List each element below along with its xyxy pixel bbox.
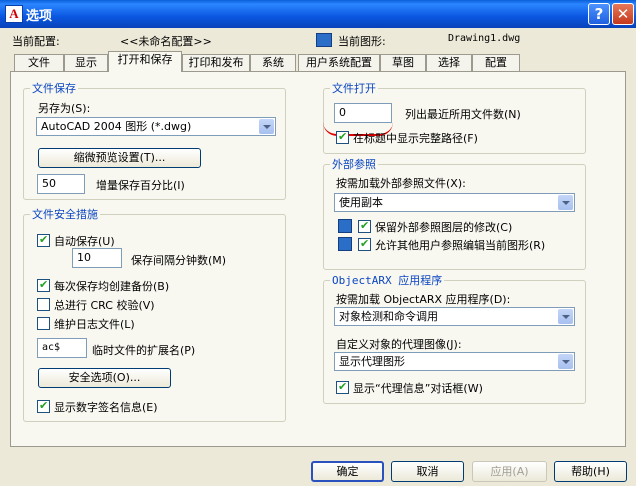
- log-file-label: 维护日志文件(L): [54, 318, 135, 331]
- full-path-checkbox[interactable]: [336, 130, 349, 144]
- crc-label: 总进行 CRC 校验(V): [54, 299, 155, 312]
- backup-checkbox[interactable]: [37, 278, 50, 292]
- help-button[interactable]: 帮助(H): [554, 461, 627, 482]
- save-as-value: AutoCAD 2004 图形 (*.dwg): [41, 120, 192, 133]
- xref-edit-icon: [338, 237, 352, 251]
- tab-system[interactable]: 系统: [250, 54, 296, 71]
- arx-demand-load-select[interactable]: 对象检测和命令调用: [334, 307, 575, 326]
- recent-files-label: 列出最近所用文件数(N): [405, 108, 521, 121]
- file-save-title: 文件保存: [30, 80, 78, 96]
- tab-display[interactable]: 显示: [64, 54, 108, 71]
- save-as-label: 另存为(S):: [38, 102, 91, 115]
- tab-selection[interactable]: 选择: [426, 54, 472, 71]
- autosave-checkbox[interactable]: [37, 233, 50, 247]
- xref-title: 外部参照: [330, 156, 378, 172]
- autocad-app-icon: A: [5, 5, 23, 23]
- title-bar: [0, 0, 636, 28]
- tab-user-preferences[interactable]: 用户系统配置: [298, 54, 380, 71]
- chevron-down-icon: [558, 354, 573, 369]
- thumbnail-preview-button[interactable]: 缩微预览设置(T)...: [38, 148, 201, 168]
- xref-demand-load-select[interactable]: 使用副本: [334, 193, 575, 212]
- xref-demand-load-label: 按需加载外部参照文件(X):: [336, 177, 466, 190]
- arx-demand-load-label: 按需加载 ObjectARX 应用程序(D):: [336, 293, 511, 306]
- proxy-info-checkbox[interactable]: [336, 380, 349, 394]
- chevron-down-icon: [259, 119, 274, 134]
- save-as-select[interactable]: AutoCAD 2004 图形 (*.dwg): [36, 117, 276, 136]
- full-path-label: 在标题中显示完整路径(F): [353, 132, 478, 145]
- ok-button[interactable]: 确定: [311, 461, 384, 482]
- drawing-icon: [316, 33, 332, 47]
- allow-xref-edit-checkbox[interactable]: [358, 237, 371, 251]
- proxy-images-select[interactable]: 显示代理图形: [334, 352, 575, 371]
- recent-files-input[interactable]: 0: [334, 103, 392, 123]
- retain-xref-layers-checkbox[interactable]: [358, 219, 371, 233]
- chevron-down-icon: [558, 309, 573, 324]
- proxy-info-label: 显示“代理信息”对话框(W): [353, 382, 483, 395]
- temp-extension-input[interactable]: ac$: [37, 338, 87, 358]
- current-drawing-label: 当前图形:: [338, 35, 386, 48]
- tab-plot-and-publish[interactable]: 打印和发布: [182, 54, 250, 71]
- tab-profiles[interactable]: 配置: [472, 54, 520, 71]
- arx-demand-load-value: 对象检测和命令调用: [339, 310, 438, 323]
- digital-signature-label: 显示数字签名信息(E): [54, 401, 158, 414]
- objectarx-title: ObjectARX 应用程序: [330, 272, 445, 288]
- apply-button[interactable]: 应用(A): [472, 461, 547, 482]
- tab-open-and-save[interactable]: 打开和保存: [108, 51, 182, 72]
- window-title: 选项: [26, 9, 53, 24]
- close-title-button[interactable]: ✕: [612, 3, 634, 25]
- current-drawing-value: Drawing1.dwg: [448, 33, 521, 44]
- digital-signature-checkbox[interactable]: [37, 399, 50, 413]
- proxy-images-label: 自定义对象的代理图像(J):: [336, 338, 462, 351]
- tab-drafting[interactable]: 草图: [380, 54, 426, 71]
- chevron-down-icon: [558, 195, 573, 210]
- autosave-minutes-input[interactable]: 10: [72, 248, 122, 268]
- tab-files[interactable]: 文件: [14, 54, 64, 71]
- current-profile-value: <<未命名配置>>: [120, 35, 212, 48]
- autosave-minutes-label: 保存间隔分钟数(M): [131, 254, 227, 267]
- crc-checkbox[interactable]: [37, 298, 50, 311]
- file-safety-title: 文件安全措施: [30, 206, 100, 222]
- incremental-save-label: 增量保存百分比(I): [96, 179, 185, 192]
- allow-xref-edit-label: 允许其他用户参照编辑当前图形(R): [375, 239, 546, 252]
- xref-retain-icon: [338, 219, 352, 233]
- autosave-label: 自动保存(U): [54, 235, 115, 248]
- retain-xref-layers-label: 保留外部参照图层的修改(C): [375, 221, 513, 234]
- cancel-button[interactable]: 取消: [391, 461, 464, 482]
- file-open-title: 文件打开: [330, 80, 378, 96]
- help-title-button[interactable]: ?: [588, 3, 610, 25]
- current-profile-label: 当前配置:: [12, 35, 60, 48]
- proxy-images-value: 显示代理图形: [339, 355, 405, 368]
- temp-extension-label: 临时文件的扩展名(P): [92, 344, 196, 357]
- xref-demand-load-value: 使用副本: [339, 196, 383, 209]
- security-options-button[interactable]: 安全选项(O)...: [38, 368, 171, 388]
- log-file-checkbox[interactable]: [37, 317, 50, 330]
- incremental-save-input[interactable]: 50: [37, 174, 85, 194]
- backup-label: 每次保存均创建备份(B): [54, 280, 170, 293]
